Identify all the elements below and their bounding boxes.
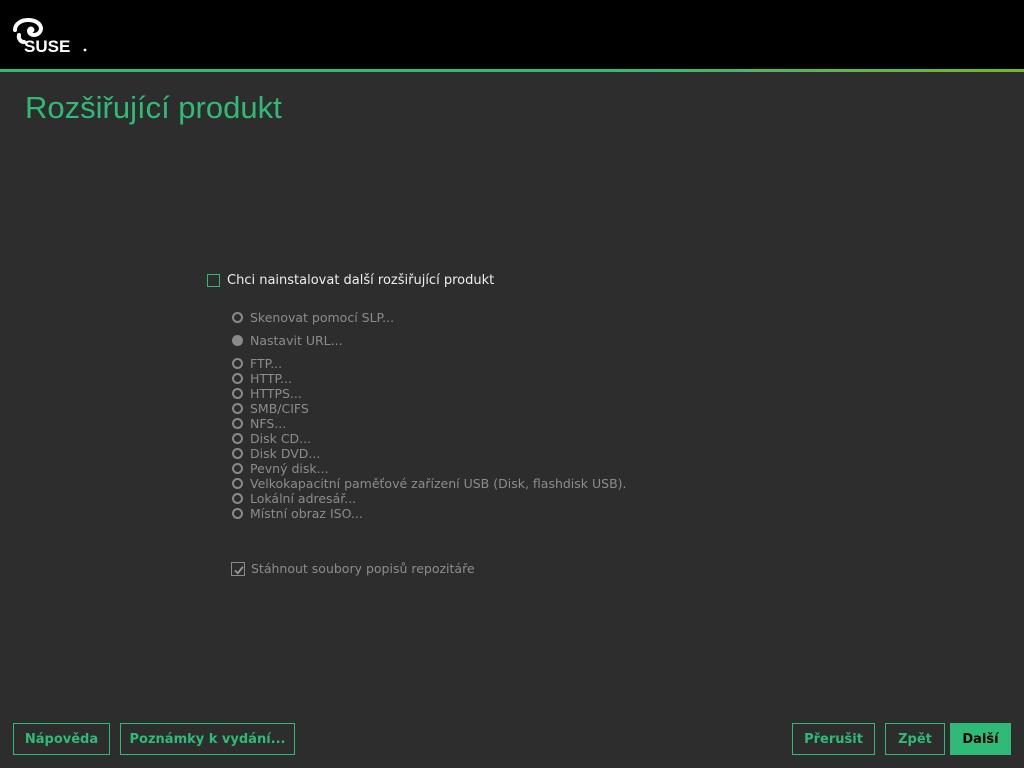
- radio-button[interactable]: [232, 478, 243, 489]
- option-label: Disk DVD...: [250, 446, 321, 461]
- install-extension-checkbox[interactable]: Chci nainstalovat další rozšiřující prod…: [207, 273, 494, 288]
- option-nfs[interactable]: NFS...: [232, 416, 286, 431]
- option-ftp[interactable]: FTP...: [232, 356, 282, 371]
- option-hard-disk[interactable]: Pevný disk...: [232, 461, 329, 476]
- next-button[interactable]: Další: [950, 723, 1011, 755]
- radio-button[interactable]: [232, 448, 243, 459]
- download-repo-descriptions-checkbox[interactable]: Stáhnout soubory popisů repozitáře: [231, 561, 475, 576]
- option-http[interactable]: HTTP...: [232, 371, 292, 386]
- option-label: HTTPS...: [250, 386, 302, 401]
- option-https[interactable]: HTTPS...: [232, 386, 302, 401]
- option-label: Lokální adresář...: [250, 491, 357, 506]
- radio-button-selected[interactable]: [232, 335, 243, 346]
- logo-text: SUSE: [24, 37, 70, 56]
- radio-button[interactable]: [232, 463, 243, 474]
- install-extension-label: Chci nainstalovat další rozšiřující prod…: [227, 273, 495, 288]
- option-dvd[interactable]: Disk DVD...: [232, 446, 320, 461]
- download-repo-descriptions-label: Stáhnout soubory popisů repozitáře: [251, 561, 475, 576]
- option-label: Disk CD...: [250, 431, 312, 446]
- top-bar: SUSE: [0, 0, 1024, 69]
- suse-logo: SUSE: [13, 16, 89, 56]
- option-label: FTP...: [250, 356, 283, 371]
- page-title: Rozšiřující produkt: [25, 90, 282, 125]
- back-button[interactable]: Zpět: [885, 723, 945, 755]
- option-smb-cifs[interactable]: SMB/CIFS: [232, 401, 309, 416]
- radio-button[interactable]: [232, 403, 243, 414]
- radio-button[interactable]: [232, 493, 243, 504]
- option-label: Nastavit URL...: [250, 333, 343, 348]
- radio-button[interactable]: [232, 508, 243, 519]
- option-specify-url[interactable]: Nastavit URL...: [232, 333, 343, 348]
- radio-button[interactable]: [232, 373, 243, 384]
- header-accent-line: [0, 69, 1024, 72]
- checkmark-icon: [234, 565, 244, 575]
- checkbox-box[interactable]: [207, 274, 220, 287]
- option-usb[interactable]: Velkokapacitní paměťové zařízení USB (Di…: [232, 476, 627, 491]
- option-label: Pevný disk...: [250, 461, 329, 476]
- radio-button[interactable]: [232, 433, 243, 444]
- abort-button[interactable]: Přerušit: [792, 723, 875, 755]
- radio-button[interactable]: [232, 388, 243, 399]
- radio-button[interactable]: [232, 312, 243, 323]
- option-label: Místní obraz ISO...: [250, 506, 363, 521]
- option-local-iso[interactable]: Místní obraz ISO...: [232, 506, 363, 521]
- option-label: Velkokapacitní paměťové zařízení USB (Di…: [250, 476, 627, 491]
- option-label: HTTP...: [250, 371, 292, 386]
- option-local-directory[interactable]: Lokální adresář...: [232, 491, 356, 506]
- option-label: SMB/CIFS: [250, 401, 309, 416]
- release-notes-button[interactable]: Poznámky k vydání...: [120, 723, 295, 755]
- option-scan-slp[interactable]: Skenovat pomocí SLP...: [232, 310, 394, 325]
- option-label: Skenovat pomocí SLP...: [250, 310, 395, 325]
- radio-button[interactable]: [232, 418, 243, 429]
- option-label: NFS...: [250, 416, 287, 431]
- radio-button[interactable]: [232, 358, 243, 369]
- checkbox-box-checked[interactable]: [231, 561, 245, 576]
- option-cd[interactable]: Disk CD...: [232, 431, 311, 446]
- help-button[interactable]: Nápověda: [13, 723, 110, 755]
